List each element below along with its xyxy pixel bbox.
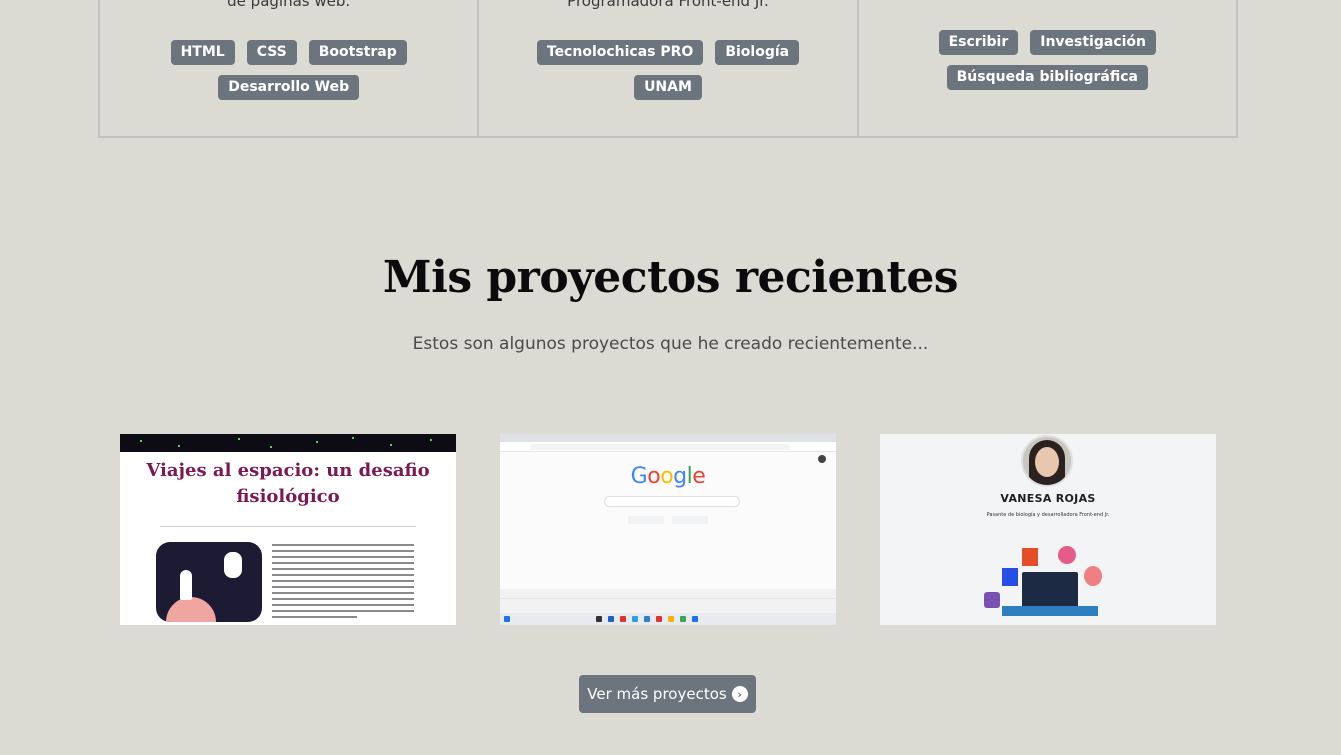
skills-cards-row: de páginas web. HTML CSS Bootstrap Desar… bbox=[98, 0, 1238, 138]
biology-icon bbox=[1058, 546, 1076, 564]
browser-tabs bbox=[500, 434, 836, 442]
os-taskbar bbox=[500, 613, 836, 625]
profile-role: Pasante de biología y desarrolladora Fro… bbox=[986, 512, 1110, 518]
tag-bootstrap: Bootstrap bbox=[308, 40, 407, 65]
page-footer-links bbox=[500, 599, 836, 613]
tech-illustration bbox=[982, 546, 1118, 622]
search-box bbox=[604, 496, 740, 507]
tag-investigacion: Investigación bbox=[1030, 30, 1157, 55]
project-title: Viajes al espacio: un desafio fisiológic… bbox=[146, 460, 430, 507]
skill-card-research: Escribir Investigación Búsqueda bibliogr… bbox=[856, 0, 1238, 138]
tag-tecnolochicas: Tecnolochicas PRO bbox=[536, 40, 704, 65]
tag-list: Tecnolochicas PRO Biología UNAM bbox=[509, 40, 826, 100]
tag-list: Escribir Investigación Búsqueda bibliogr… bbox=[889, 30, 1206, 90]
project-body-text bbox=[272, 544, 414, 622]
account-avatar bbox=[818, 455, 826, 463]
page-footer-region bbox=[500, 589, 836, 599]
search-buttons bbox=[628, 516, 708, 524]
starfield-banner bbox=[120, 434, 456, 452]
skill-card-web: de páginas web. HTML CSS Bootstrap Desar… bbox=[98, 0, 480, 138]
project-thumbnail-space[interactable]: Viajes al espacio: un desafio fisiológic… bbox=[120, 434, 456, 625]
tag-busqueda: Búsqueda bibliográfica bbox=[946, 65, 1148, 90]
profile-photo bbox=[1021, 435, 1073, 487]
arrow-right-circle-icon: › bbox=[731, 686, 748, 702]
tag-biologia: Biología bbox=[715, 40, 800, 65]
css3-icon bbox=[1002, 568, 1018, 586]
project-thumbnail-google[interactable]: Google bbox=[500, 434, 836, 625]
tag-unam: UNAM bbox=[634, 75, 702, 100]
bootstrap-icon bbox=[984, 592, 1000, 608]
project-nav bbox=[160, 521, 416, 527]
skill-card-education: Programadora Front-end Jr. Tecnolochicas… bbox=[477, 0, 859, 138]
project-thumbnail-portfolio[interactable]: VANESA ROJAS Pasante de biología y desar… bbox=[880, 434, 1216, 625]
tag-html: HTML bbox=[170, 40, 235, 65]
space-illustration bbox=[156, 542, 262, 622]
tag-list: HTML CSS Bootstrap Desarrollo Web bbox=[130, 40, 447, 100]
view-more-projects-button[interactable]: Ver más proyectos › bbox=[579, 675, 756, 713]
view-more-label: Ver más proyectos bbox=[587, 685, 727, 703]
tag-escribir: Escribir bbox=[938, 30, 1019, 55]
profile-name: VANESA ROJAS bbox=[1000, 492, 1096, 505]
tag-css: CSS bbox=[246, 40, 297, 65]
computer-screen-icon bbox=[1022, 572, 1078, 608]
google-logo: Google bbox=[630, 464, 706, 489]
books-icon bbox=[1002, 606, 1098, 616]
flask-icon bbox=[1084, 566, 1102, 586]
html5-icon bbox=[1022, 548, 1038, 566]
browser-address-bar bbox=[500, 442, 836, 452]
card-description: Programadora Front-end Jr. bbox=[567, 0, 769, 10]
section-title: Mis proyectos recientes bbox=[382, 252, 959, 303]
tag-desarrollo-web: Desarrollo Web bbox=[218, 75, 360, 100]
card-description: de páginas web. bbox=[227, 0, 351, 10]
section-subtitle: Estos son algunos proyectos que he cread… bbox=[412, 334, 929, 354]
